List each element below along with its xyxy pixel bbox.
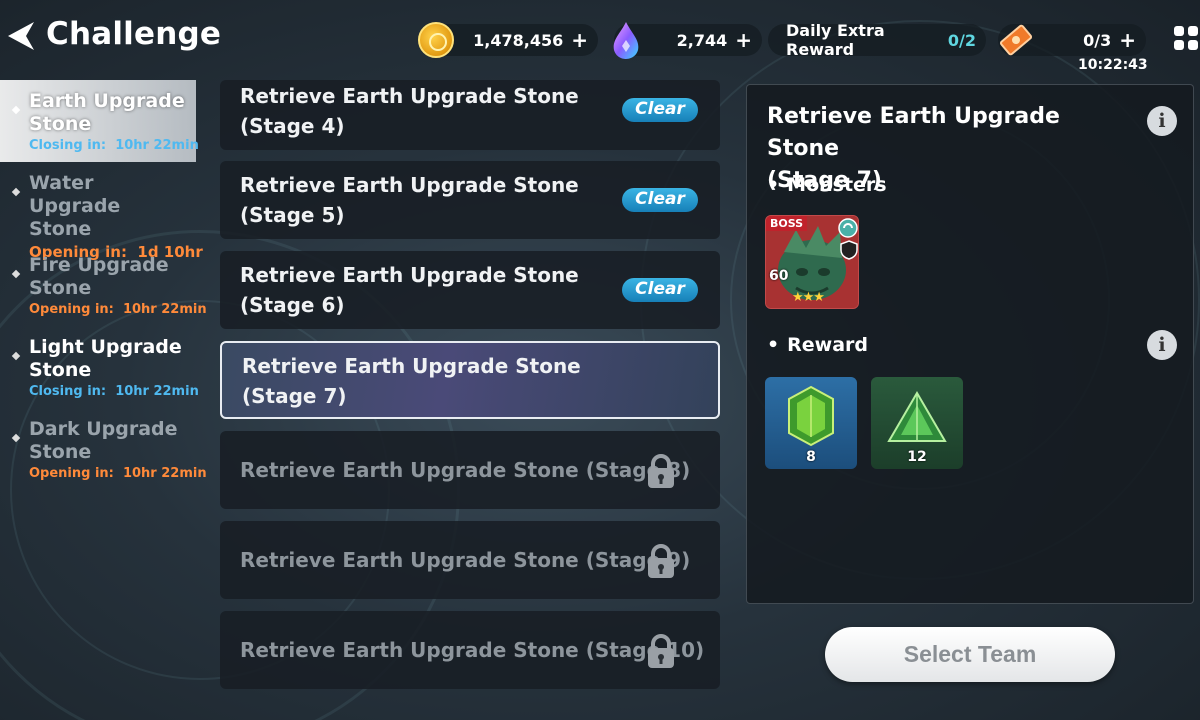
stage-detail-panel: Retrieve Earth Upgrade Stone (Stage 7) i … (746, 84, 1194, 604)
stage-name: Retrieve Earth Upgrade Stone (Stage 4) (240, 84, 579, 138)
reward-quantity: 8 (806, 449, 816, 465)
stage-name: Retrieve Earth Upgrade Stone (Stage 8) (240, 458, 691, 482)
gem-amount: 2,744 (676, 30, 728, 50)
gold-coin-icon (418, 22, 454, 58)
element-badge-icon (838, 218, 858, 238)
boss-tag: BOSS (766, 216, 808, 231)
bullet-icon (11, 433, 21, 443)
sidebar-item-status: Closing in: 10hr 22min (29, 384, 199, 399)
sidebar-item-label: Earth Upgrade Stone (29, 90, 185, 135)
sidebar-item-water[interactable]: Water Upgrade Stone Opening in: 1d 10hr (0, 162, 203, 261)
lock-icon (648, 544, 674, 578)
sidebar-item-label: Dark Upgrade Stone (29, 418, 178, 463)
stage-item-7-selected[interactable]: Retrieve Earth Upgrade Stone (Stage 7) (220, 341, 720, 419)
top-bar: Challenge 1,478,456 + 2,744 + Daily Extr… (0, 0, 1200, 78)
crystal-drop-icon (613, 22, 639, 59)
page-title: Challenge (46, 16, 222, 52)
stage-name: Retrieve Earth Upgrade Stone (Stage 5) (240, 173, 579, 227)
reward-quantity: 12 (907, 449, 927, 465)
reward-item-1[interactable]: 8 (765, 377, 857, 469)
ticket-count: 0/3 (1083, 30, 1112, 50)
sidebar-item-status: Opening in: 10hr 22min (29, 466, 207, 481)
clear-badge: Clear (622, 278, 698, 302)
reward-heading: Reward (767, 334, 868, 356)
menu-grid-icon[interactable] (1174, 26, 1200, 52)
add-ticket-button[interactable]: + (1119, 28, 1136, 52)
clear-badge: Clear (622, 98, 698, 122)
stage-item-8-locked[interactable]: Retrieve Earth Upgrade Stone (Stage 8) (220, 431, 720, 509)
stage-item-5[interactable]: Retrieve Earth Upgrade Stone (Stage 5) Cl… (220, 161, 720, 239)
stage-item-10-locked[interactable]: Retrieve Earth Upgrade Stone (Stage 10) (220, 611, 720, 689)
sidebar-item-dark[interactable]: Dark Upgrade Stone Opening in: 10hr 22mi… (0, 408, 207, 490)
shield-icon (840, 240, 858, 260)
sidebar-item-label: Light Upgrade Stone (29, 336, 182, 381)
refresh-timer: 10:22:43 (1078, 57, 1148, 73)
star-rating: ★★★ (792, 290, 825, 305)
bullet-icon (11, 105, 21, 115)
daily-reward-label: Daily Extra Reward (786, 21, 885, 59)
green-gem-icon (788, 385, 834, 447)
lock-icon (648, 634, 674, 668)
lock-icon (648, 454, 674, 488)
select-team-button[interactable]: Select Team (825, 627, 1115, 682)
clear-badge: Clear (622, 188, 698, 212)
sidebar-item-status: Closing in: 10hr 22min (29, 138, 199, 153)
stage-name: Retrieve Earth Upgrade Stone (Stage 7) (242, 354, 581, 408)
stage-name: Retrieve Earth Upgrade Stone (Stage 6) (240, 263, 579, 317)
stage-name: Retrieve Earth Upgrade Stone (Stage 10) (240, 638, 705, 662)
dungeon-type-sidebar: Earth Upgrade Stone Closing in: 10hr 22m… (0, 80, 207, 490)
gold-amount: 1,478,456 (473, 30, 564, 50)
sidebar-item-fire[interactable]: Fire Upgrade Stone Opening in: 10hr 22mi… (0, 244, 207, 326)
bullet-icon (11, 187, 21, 197)
green-pyramid-icon (887, 391, 947, 442)
bullet-icon (11, 351, 21, 361)
monsters-heading: Monsters (767, 174, 886, 196)
add-gold-button[interactable]: + (571, 28, 588, 52)
sidebar-item-status: Opening in: 10hr 22min (29, 302, 207, 317)
sidebar-item-light[interactable]: Light Upgrade Stone Closing in: 10hr 22m… (0, 326, 199, 408)
stage-name: Retrieve Earth Upgrade Stone (Stage 9) (240, 548, 691, 572)
add-gem-button[interactable]: + (735, 28, 752, 52)
reward-info-icon[interactable]: i (1147, 330, 1177, 360)
sidebar-item-label: Water Upgrade Stone (29, 172, 121, 240)
stage-item-6[interactable]: Retrieve Earth Upgrade Stone (Stage 6) Cl… (220, 251, 720, 329)
ticket-icon (999, 24, 1033, 56)
back-arrow-icon[interactable] (4, 18, 40, 54)
daily-reward-count: 0/2 (947, 30, 976, 50)
bullet-icon (11, 269, 21, 279)
sidebar-item-label: Fire Upgrade Stone (29, 254, 169, 299)
boss-monster-card[interactable]: BOSS 60 ★★★ (765, 215, 859, 309)
stage-item-4[interactable]: Retrieve Earth Upgrade Stone (Stage 4) Cl… (220, 80, 720, 150)
daily-extra-reward[interactable]: Daily Extra Reward 0/2 (768, 21, 986, 59)
sidebar-item-earth[interactable]: Earth Upgrade Stone Closing in: 10hr 22m… (0, 80, 199, 162)
monster-level: 60 (769, 268, 789, 284)
stage-info-icon[interactable]: i (1147, 106, 1177, 136)
reward-item-2[interactable]: 12 (871, 377, 963, 469)
stage-item-9-locked[interactable]: Retrieve Earth Upgrade Stone (Stage 9) (220, 521, 720, 599)
